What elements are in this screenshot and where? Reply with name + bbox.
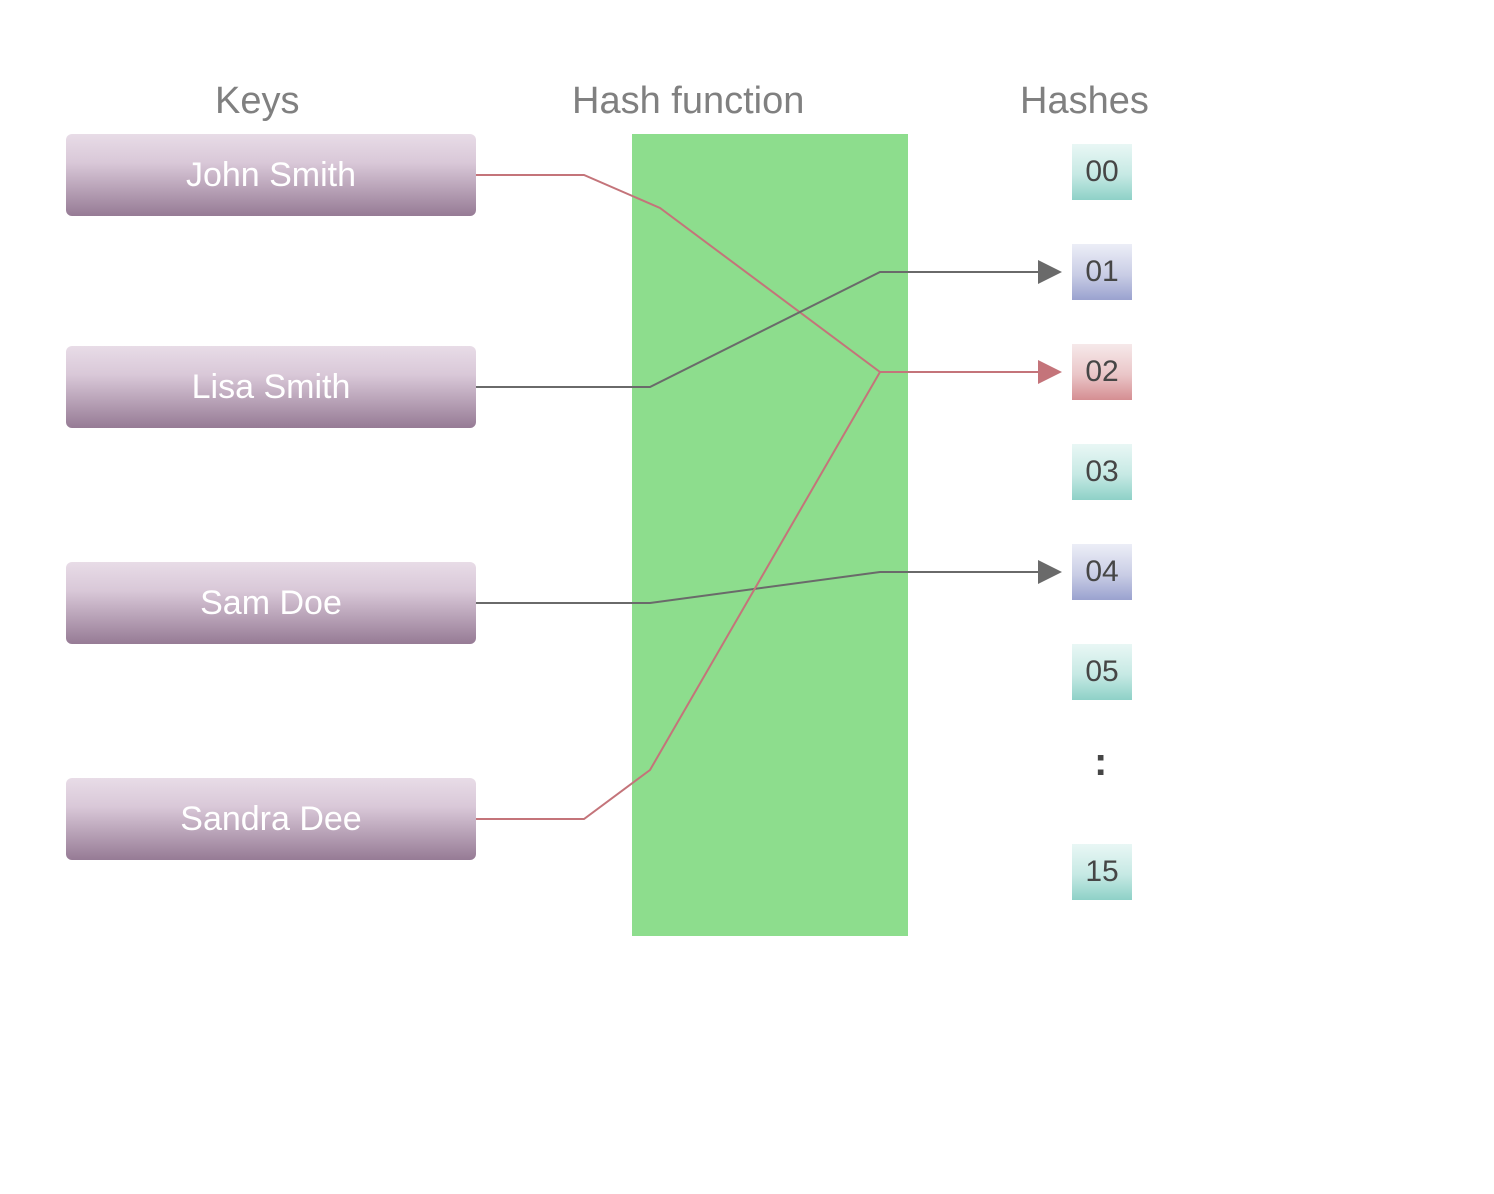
key-label: Lisa Smith	[192, 368, 351, 407]
hash-box-01: 01	[1072, 244, 1132, 300]
hash-value: 05	[1085, 655, 1118, 689]
hash-function-box	[632, 134, 908, 936]
hash-ellipsis: :	[1094, 740, 1109, 785]
key-box-sam-doe: Sam Doe	[66, 562, 476, 644]
key-label: Sam Doe	[200, 584, 342, 623]
hash-box-00: 00	[1072, 144, 1132, 200]
hash-value: 04	[1085, 555, 1118, 589]
key-box-lisa-smith: Lisa Smith	[66, 346, 476, 428]
hash-value: 15	[1085, 855, 1118, 889]
hash-box-04: 04	[1072, 544, 1132, 600]
hash-value: 03	[1085, 455, 1118, 489]
hash-value: 01	[1085, 255, 1118, 289]
hash-value: 02	[1085, 355, 1118, 389]
hash-box-05: 05	[1072, 644, 1132, 700]
keys-header: Keys	[215, 80, 299, 123]
hash-box-03: 03	[1072, 444, 1132, 500]
key-box-sandra-dee: Sandra Dee	[66, 778, 476, 860]
hash-box-02: 02	[1072, 344, 1132, 400]
key-box-john-smith: John Smith	[66, 134, 476, 216]
key-label: Sandra Dee	[180, 800, 361, 839]
hash-value: 00	[1085, 155, 1118, 189]
hash-box-15: 15	[1072, 844, 1132, 900]
func-header: Hash function	[572, 80, 804, 123]
key-label: John Smith	[186, 156, 356, 195]
hashes-header: Hashes	[1020, 80, 1149, 123]
